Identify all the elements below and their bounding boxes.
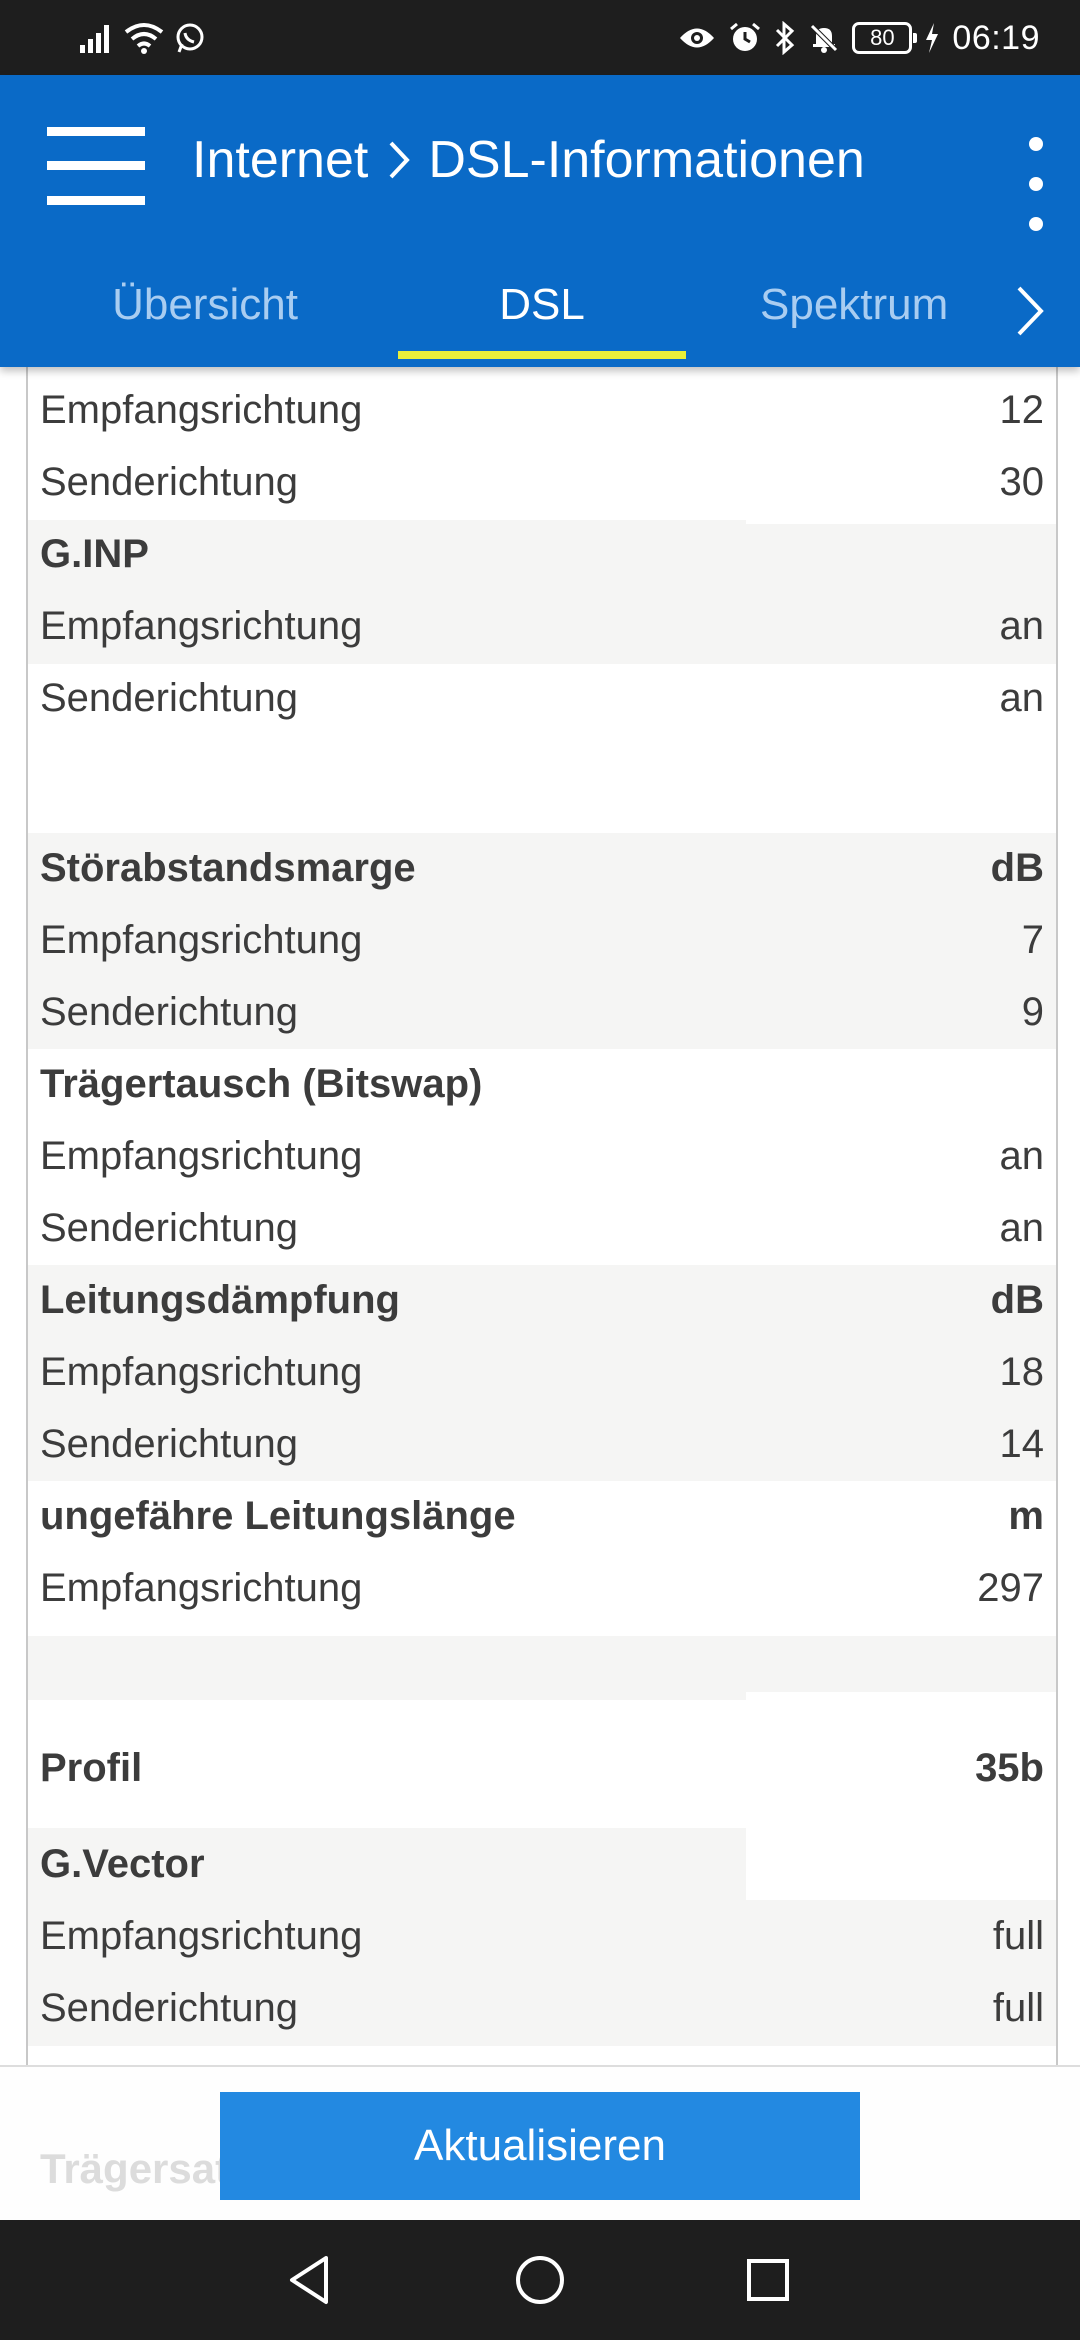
status-icons-left [80,16,206,60]
row-value: 14 [999,1422,1045,1466]
table-row: Empfangsrichtung 12 [28,374,1056,446]
charging-icon [926,23,939,53]
app-bar: Internet DSL-Informationen Übersicht DSL… [0,75,1080,367]
row-label: Senderichtung [40,676,298,720]
table-row: Senderichtung 9 [28,976,1056,1048]
table-row: Senderichtung 30 [28,446,1056,518]
home-button[interactable] [500,2240,580,2320]
section-unit: dB [990,1278,1044,1322]
bluetooth-icon [776,21,795,55]
row-label: Senderichtung [40,460,298,504]
table-row: Senderichtung an [28,662,1056,734]
wifi-icon [124,23,164,54]
section-header-bitswap: Trägertausch (Bitswap) [28,1048,1056,1120]
row-label: Empfangsrichtung [40,604,363,648]
chevron-right-icon [1017,286,1044,336]
table-row: Empfangsrichtung 7 [28,904,1056,976]
breadcrumb-internet[interactable]: Internet [192,130,368,190]
signal-icon [80,25,109,53]
system-navigation-bar [0,2220,1080,2340]
row-label: Senderichtung [40,1206,298,1250]
row-label: Empfangsrichtung [40,1566,363,1610]
row-value: 9 [1021,990,1044,1034]
active-tab-indicator [398,351,686,359]
eye-icon [680,28,715,48]
dsl-info-content: Empfangsrichtung 12 Senderichtung 30 G.I… [0,367,1080,2067]
table-row: Senderichtung 14 [28,1408,1056,1480]
section-header-stoerabstandsmarge: Störabstandsmarge dB [28,832,1056,904]
alarm-icon [730,22,761,51]
row-label: Empfangsrichtung [40,1134,363,1178]
home-circle-icon [516,2256,564,2304]
section-unit: dB [990,846,1044,890]
row-value: an [999,1206,1045,1250]
table-row: Empfangsrichtung 297 [28,1552,1056,1624]
row-label: Empfangsrichtung [40,1914,363,1958]
row-label: Empfangsrichtung [40,388,363,432]
recents-square-icon [747,2259,789,2301]
battery-icon: 80 [852,22,918,54]
table-row: Empfangsrichtung an [28,1120,1056,1192]
row-value: an [999,1134,1045,1178]
section-label: Trägertausch (Bitswap) [40,1062,483,1106]
mute-icon [810,24,839,53]
status-icons-right: 80 06:19 [678,14,1040,62]
hamburger-menu-button[interactable] [47,127,145,205]
table-row: Empfangsrichtung an [28,590,1056,662]
row-label: Senderichtung [40,1986,298,2030]
table-row: Senderichtung full [28,1972,1056,2044]
section-label: Leitungsdämpfung [40,1278,400,1322]
status-time: 06:19 [952,18,1040,57]
section-label: G.Vector [40,1842,205,1886]
partial-section-heading: Trägersatz [40,2145,251,2192]
row-label: Senderichtung [40,990,298,1034]
tab-scroll-right-button[interactable] [980,255,1080,367]
section-header-gvector: G.Vector [28,1828,1056,1900]
row-value: 18 [999,1350,1045,1394]
row-value: an [999,604,1045,648]
table-row: Empfangsrichtung 18 [28,1336,1056,1408]
section-unit: m [1008,1494,1044,1538]
section-header-leitungsdaempfung: Leitungsdämpfung dB [28,1264,1056,1336]
update-button[interactable]: Aktualisieren [220,2092,860,2200]
breadcrumb-dsl-informationen: DSL-Informationen [428,131,865,189]
more-options-icon[interactable] [1024,137,1048,231]
section-header-profil: Profil 35b [28,1732,1056,1804]
chevron-right-icon [388,140,411,180]
section-header-leitungslaenge: ungefähre Leitungslänge m [28,1480,1056,1552]
recents-button[interactable] [728,2240,808,2320]
back-button[interactable] [270,2240,350,2320]
dsl-info-table: Empfangsrichtung 12 Senderichtung 30 G.I… [26,367,1058,2067]
tab-uebersicht[interactable]: Übersicht [60,255,350,355]
section-label: ungefähre Leitungslänge [40,1494,516,1538]
row-value: full [992,1914,1044,1958]
section-value: 35b [975,1746,1044,1790]
bottom-action-area: Trägersatz Aktualisieren [0,2065,1080,2222]
row-label: Empfangsrichtung [40,918,363,962]
section-label: G.INP [40,532,149,576]
table-row: Senderichtung an [28,1192,1056,1264]
row-value: 12 [999,388,1045,432]
row-value: 30 [999,460,1045,504]
row-value: an [999,676,1045,720]
section-label: Störabstandsmarge [40,846,416,890]
back-triangle-icon [290,2256,328,2304]
status-bar: 80 06:19 [0,0,1080,75]
row-value: 7 [1021,918,1044,962]
table-row: Empfangsrichtung full [28,1900,1056,1972]
whatsapp-icon [176,23,204,53]
breadcrumb: Internet DSL-Informationen [192,125,865,195]
row-label: Empfangsrichtung [40,1350,363,1394]
section-header-ginp: G.INP [28,518,1056,590]
battery-level: 80 [870,25,895,50]
section-label: Profil [40,1746,143,1790]
row-label: Senderichtung [40,1422,298,1466]
row-value: 297 [977,1566,1044,1610]
row-value: full [992,1986,1044,2030]
tab-dsl[interactable]: DSL [398,255,686,355]
